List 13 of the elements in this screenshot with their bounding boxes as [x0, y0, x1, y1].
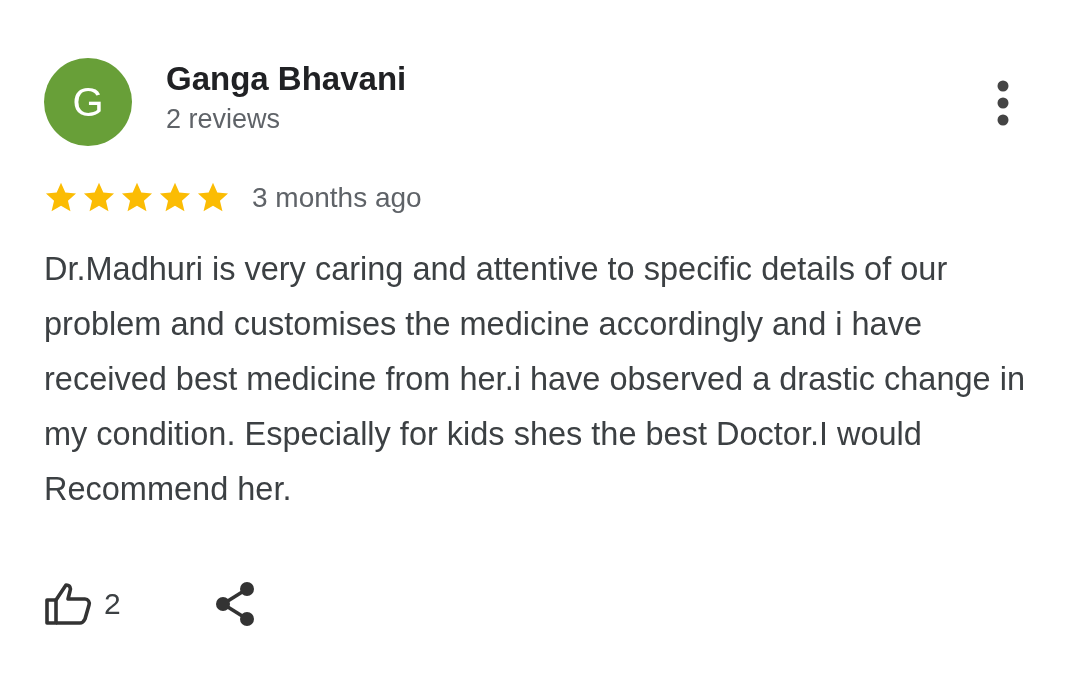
star-icon	[196, 182, 230, 214]
star-icon	[158, 182, 192, 214]
like-button[interactable]: 2	[44, 582, 121, 626]
avatar: G	[44, 58, 132, 146]
review-time: 3 months ago	[252, 182, 422, 214]
reviewer-name[interactable]: Ganga Bhavani	[166, 60, 407, 98]
star-icon	[82, 182, 116, 214]
review-count: 2 reviews	[166, 104, 282, 135]
thumbs-up-icon	[44, 582, 92, 626]
star-icon	[44, 182, 78, 214]
review-text: Dr.Madhuri is very caring and attentive to specific details of our problem and customises the medicine accordingly and i have received best medicine from her.i have observed a drastic change in my condition. Especially for kids shes the best Doctor.I would Recommend her.	[44, 250, 1026, 509]
star-icon	[120, 182, 154, 214]
more-options-icon[interactable]	[996, 80, 1010, 126]
